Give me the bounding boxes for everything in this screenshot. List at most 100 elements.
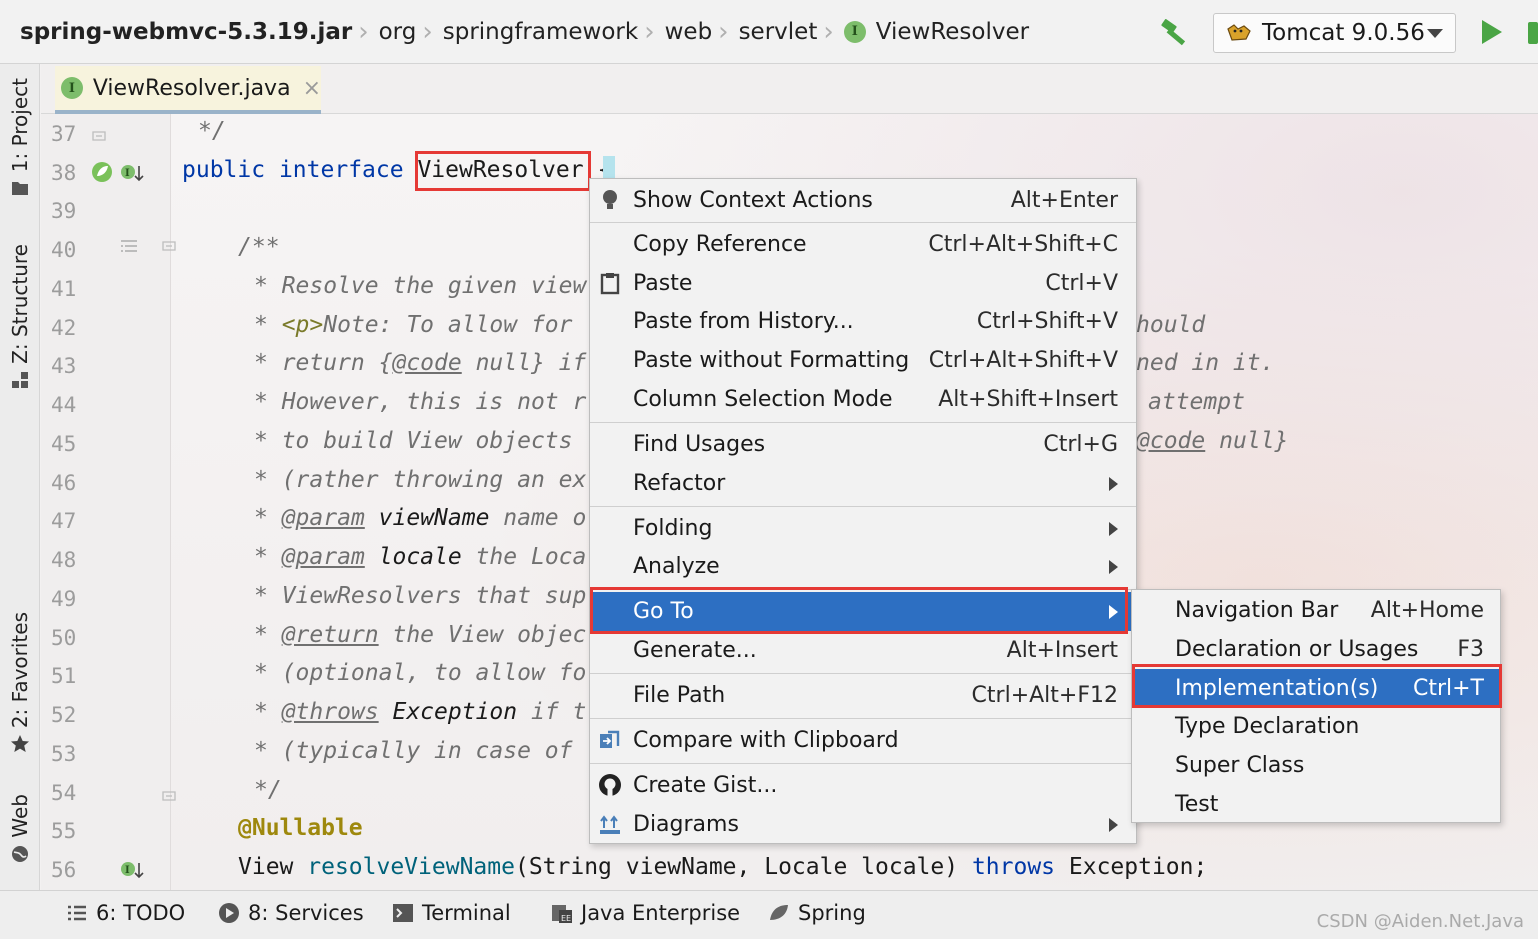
code-line-45-tail[interactable]: @code null} [1136, 428, 1288, 454]
breadcrumb-jar[interactable]: spring-webmvc-5.3.19.jar [20, 19, 352, 45]
code-line-49[interactable]: * ViewResolvers that sup [254, 583, 586, 609]
highlight-box-viewresolver [415, 151, 591, 191]
breadcrumb-separator-icon: › [718, 16, 729, 47]
breadcrumb-viewresolver[interactable]: I ViewResolver [843, 19, 1029, 45]
fold-icon[interactable] [161, 240, 177, 258]
breadcrumb-springframework[interactable]: springframework [443, 19, 638, 45]
menu-item-paste-without-formatting[interactable]: Paste without Formatting Ctrl+Alt+Shift+V [590, 341, 1136, 380]
menu-item-paste-from-history[interactable]: Paste from History... Ctrl+Shift+V [590, 302, 1136, 341]
submenu-item-super-class[interactable]: Super Class [1132, 746, 1500, 785]
line-number: 42 [51, 316, 77, 340]
todo-tool-tab[interactable]: 6: TODO [66, 901, 185, 925]
code-line-47[interactable]: * @param viewName name o [254, 505, 586, 531]
structure-icon [12, 371, 28, 388]
line-number: 37 [51, 122, 77, 146]
code-line-43[interactable]: * return {@code null} if [254, 350, 586, 376]
code-line-52[interactable]: * @throws Exception if t [254, 699, 586, 725]
menu-item-refactor[interactable]: Refactor [590, 464, 1136, 503]
fold-icon[interactable] [91, 124, 107, 142]
svg-text:I: I [125, 168, 130, 179]
fold-icon[interactable] [161, 784, 177, 802]
menu-item-diagrams[interactable]: Diagrams [590, 805, 1136, 844]
code-line-41[interactable]: * Resolve the given view [254, 273, 586, 299]
folder-icon [12, 182, 28, 196]
web-tool-tab[interactable]: Web [4, 794, 36, 870]
line-number: 49 [51, 587, 77, 611]
line-number: 45 [51, 432, 77, 456]
favorites-tool-tab[interactable]: 2: Favorites [4, 612, 36, 760]
menu-item-compare-with-clipboard[interactable]: Compare with Clipboard [590, 721, 1136, 760]
menu-item-go-to[interactable]: Go To [590, 592, 1136, 631]
code-line-51[interactable]: * (optional, to allow fo [254, 660, 586, 686]
submenu-item-test[interactable]: Test [1132, 785, 1500, 824]
breadcrumb-org[interactable]: org [379, 19, 417, 45]
code-line-53[interactable]: * (typically in case of [254, 738, 573, 764]
compare-icon [600, 730, 620, 748]
terminal-tool-tab[interactable]: Terminal [392, 901, 511, 925]
build-hammer-icon[interactable] [1158, 18, 1190, 48]
documentation-icon[interactable] [119, 238, 139, 256]
menu-separator [590, 763, 1136, 764]
code-line-44-tail[interactable]: attempt [1148, 389, 1245, 415]
implemented-icon[interactable]: I [119, 859, 145, 881]
breadcrumb-web[interactable]: web [665, 19, 713, 45]
line-number: 55 [51, 819, 77, 843]
spring-bean-icon[interactable] [91, 161, 113, 183]
menu-item-create-gist[interactable]: Create Gist... [590, 766, 1136, 805]
chevron-down-icon [1427, 29, 1443, 38]
code-line-50[interactable]: * @return the View objec [254, 622, 586, 648]
submenu-item-implementations[interactable]: Implementation(s) Ctrl+T [1132, 669, 1500, 708]
line-number: 48 [51, 548, 77, 572]
code-line-45[interactable]: * to build View objects [254, 428, 573, 454]
debug-icon[interactable] [1528, 22, 1538, 44]
breadcrumb-separator-icon: › [644, 16, 655, 47]
menu-separator [590, 718, 1136, 719]
breadcrumb-separator-icon: › [422, 16, 433, 47]
interface-icon: I [61, 77, 83, 99]
menu-separator [590, 506, 1136, 507]
project-tool-tab[interactable]: 1: Project [4, 78, 36, 204]
code-line-40[interactable]: /** [238, 234, 280, 260]
menu-separator [590, 589, 1136, 590]
menu-item-paste[interactable]: Paste Ctrl+V [590, 264, 1136, 303]
menu-separator [590, 222, 1136, 223]
editor-tab-viewresolver[interactable]: I ViewResolver.java × [55, 66, 321, 114]
code-line-44[interactable]: * However, this is not r [254, 389, 586, 415]
submenu-item-type-declaration[interactable]: Type Declaration [1132, 707, 1500, 746]
line-number: 46 [51, 471, 77, 495]
code-line-56[interactable]: View resolveViewName(String viewName, Lo… [238, 854, 1207, 880]
code-line-43-tail[interactable]: ned in it. [1136, 350, 1274, 376]
submenu-item-navigation-bar[interactable]: Navigation Bar Alt+Home [1132, 591, 1500, 630]
editor-context-menu: Show Context Actions Alt+Enter Copy Refer… [589, 178, 1137, 844]
java-enterprise-tool-tab[interactable]: EE Java Enterprise [551, 901, 740, 925]
code-line-55[interactable]: @Nullable [238, 815, 363, 841]
menu-item-copy-reference[interactable]: Copy Reference Ctrl+Alt+Shift+C [590, 225, 1136, 264]
menu-item-file-path[interactable]: File Path Ctrl+Alt+F12 [590, 676, 1136, 715]
menu-item-analyze[interactable]: Analyze [590, 547, 1136, 586]
services-tool-tab[interactable]: 8: Services [218, 901, 364, 925]
code-line-48[interactable]: * @param locale the Loca [254, 544, 586, 570]
run-configuration-select[interactable]: Tomcat 9.0.56 [1213, 13, 1456, 53]
close-icon[interactable]: × [303, 76, 321, 101]
code-line-54[interactable]: */ [254, 777, 282, 803]
line-number: 53 [51, 742, 77, 766]
structure-tool-tab[interactable]: Z: Structure [4, 244, 36, 396]
code-line-42-tail[interactable]: hould [1136, 312, 1205, 338]
menu-item-find-usages[interactable]: Find Usages Ctrl+G [590, 425, 1136, 464]
menu-item-generate[interactable]: Generate... Alt+Insert [590, 631, 1136, 670]
code-line-42[interactable]: * <p>Note: To allow for [254, 312, 573, 338]
menu-item-folding[interactable]: Folding [590, 509, 1136, 548]
menu-item-column-selection-mode[interactable]: Column Selection Mode Alt+Shift+Insert [590, 380, 1136, 419]
goto-submenu: Navigation Bar Alt+Home Declaration or Us… [1131, 589, 1501, 823]
spring-tool-tab[interactable]: Spring [768, 901, 866, 925]
code-line-46[interactable]: * (rather throwing an ex [254, 467, 586, 493]
submenu-arrow-icon [1109, 559, 1118, 574]
run-icon[interactable] [1482, 20, 1502, 44]
implemented-icon[interactable]: I [119, 162, 145, 184]
svg-text:I: I [125, 865, 130, 876]
breadcrumb-servlet[interactable]: servlet [739, 19, 818, 45]
spring-leaf-icon [770, 905, 788, 920]
menu-item-show-context-actions[interactable]: Show Context Actions Alt+Enter [590, 181, 1136, 220]
submenu-item-declaration-or-usages[interactable]: Declaration or Usages F3 [1132, 630, 1500, 669]
code-line-37[interactable]: */ [198, 118, 226, 144]
